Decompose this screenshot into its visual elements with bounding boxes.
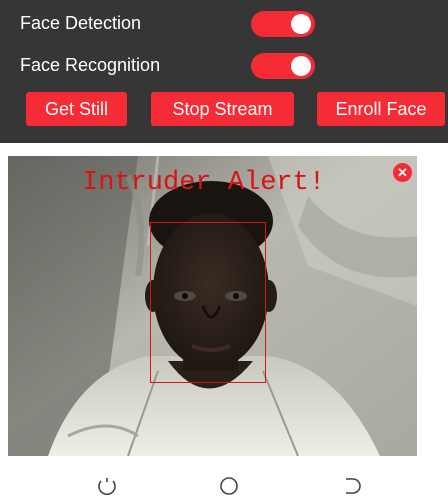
close-stream-button[interactable]: ✕ bbox=[393, 163, 412, 182]
stop-stream-button[interactable]: Stop Stream bbox=[151, 92, 294, 126]
face-detection-label: Face Detection bbox=[20, 13, 142, 33]
control-panel: Face Detection Face Recognition Get Stil… bbox=[0, 0, 448, 143]
face-recognition-row: Face Recognition bbox=[0, 48, 448, 82]
recent-apps-icon[interactable] bbox=[96, 474, 118, 496]
face-detection-box bbox=[150, 222, 266, 383]
intruder-alert-text: Intruder Alert! bbox=[82, 168, 326, 198]
video-stream: Intruder Alert! ✕ bbox=[8, 156, 417, 456]
toggle-knob bbox=[291, 14, 311, 34]
toggle-knob bbox=[291, 56, 311, 76]
back-icon[interactable] bbox=[341, 474, 363, 496]
face-recognition-label: Face Recognition bbox=[20, 55, 161, 75]
system-nav-bar bbox=[0, 460, 448, 501]
face-recognition-toggle[interactable] bbox=[251, 53, 315, 79]
get-still-button[interactable]: Get Still bbox=[26, 92, 127, 126]
enroll-face-button[interactable]: Enroll Face bbox=[317, 92, 445, 126]
face-detection-row: Face Detection bbox=[0, 6, 448, 40]
face-detection-toggle[interactable] bbox=[251, 11, 315, 37]
home-icon[interactable] bbox=[218, 474, 240, 496]
app-root: Face Detection Face Recognition Get Stil… bbox=[0, 0, 448, 501]
